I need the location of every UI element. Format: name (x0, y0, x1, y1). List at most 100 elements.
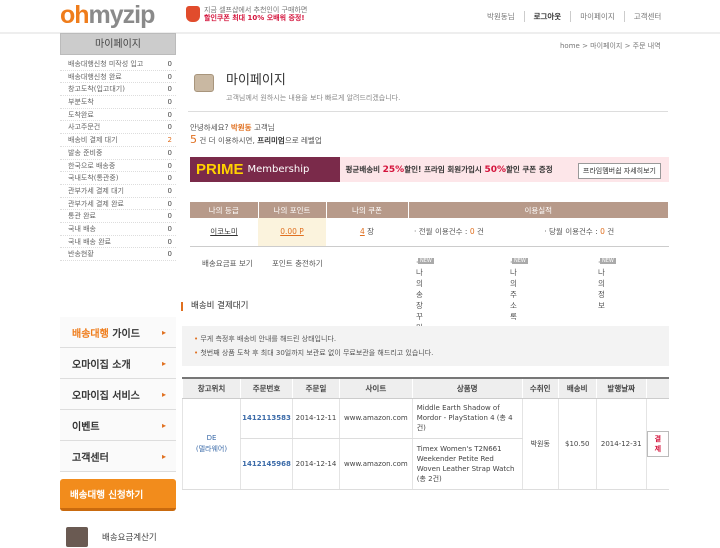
sidebar-item-count: 0 (167, 161, 172, 170)
menu-events[interactable]: 이벤트 ▸ (60, 410, 176, 441)
table-row: DE (델라웨어) 1412113583 2014-12-11 www.amazo… (182, 398, 669, 490)
charge-points-link[interactable]: 포인트 충전하기 (272, 258, 323, 269)
menu-label: 고객센터 (72, 452, 109, 464)
my-points[interactable]: 0.00 P (258, 218, 326, 247)
my-grade[interactable]: 이코노미 (190, 218, 258, 247)
sidebar-title: 마이페이지 (60, 33, 176, 55)
premium-label: 프리미엄 (257, 136, 285, 145)
sidebar-item-label: 한국으로 배송중 (68, 161, 116, 170)
order-number[interactable]: 1412145968 (240, 438, 293, 490)
offer-text: 할인 쿠폰 증정 (506, 165, 553, 174)
pay-button[interactable]: 결제 (646, 430, 669, 457)
my-coupons[interactable]: 4 장 (326, 218, 408, 247)
sidebar-item-count: 0 (167, 72, 172, 81)
sidebar-item-label: 통관 완료 (68, 212, 96, 221)
sidebar-item[interactable]: 국내도착(통관중) 0 (60, 172, 176, 185)
order-number[interactable]: 1412113583 (240, 398, 293, 439)
user-name: 박원동 (230, 123, 252, 132)
link-label: · 나의 주소록 (510, 258, 517, 321)
menu-label-highlight: 배송대행 (72, 328, 109, 340)
sidebar-item[interactable]: 국내 배송 0 (60, 223, 176, 236)
sidebar-item[interactable]: 발송 준비중 0 (60, 147, 176, 160)
menu-services[interactable]: 오마이집 서비스 ▸ (60, 379, 176, 410)
order-date: 2014-12-11 (292, 398, 340, 439)
offer-text: 할인! 프라임 회원가입시 (404, 165, 485, 174)
notice-line: • 첫번째 상품 도착 후 최대 30일까지 보관료 없이 무료보관을 해드리고… (194, 346, 657, 360)
sidebar-item[interactable]: 배송대행신청 완료 0 (60, 71, 176, 84)
offer-percent: 50% (484, 165, 506, 175)
usage-unit: 건 (474, 227, 484, 237)
sidebar-item-label: 국내 배송 완료 (68, 237, 112, 246)
sidebar-item[interactable]: 도착완료 0 (60, 109, 176, 122)
promo-banner[interactable]: 지금 셀프샵에서 추천인이 구매하면 할인쿠폰 최대 10% 오배워 증정! (204, 6, 354, 22)
ohmyzip-logo[interactable]: ohmyzip (60, 1, 156, 29)
usage-unit: 건 (604, 227, 615, 237)
top-nav: 박원동님 로그아웃 마이페이지 고객센터 (478, 11, 670, 22)
sidebar-item[interactable]: 부분도착 0 (60, 96, 176, 109)
product-name[interactable]: Middle Earth Shadow of Mordor - PlayStat… (411, 398, 523, 439)
warehouse-cell: DE (델라웨어) (182, 398, 241, 490)
menu-label: 오마이집 서비스 (72, 390, 140, 402)
prime-details-button[interactable]: 프라임멤버쉽 자세히보기 (577, 163, 661, 179)
sidebar-item[interactable]: 반송현황 0 (60, 248, 176, 261)
greeting-post: 고객님 (251, 123, 275, 132)
sidebar-item[interactable]: 창고도착(입고대기) 0 (60, 83, 176, 97)
sidebar-item[interactable]: 관부가세 결제 완료 0 (60, 198, 176, 211)
sidebar-item-count: 0 (167, 60, 172, 68)
rate-table-link[interactable]: 배송요금표 보기 (202, 258, 253, 269)
apply-shipping-button[interactable]: 배송대행 신청하기 (60, 479, 176, 511)
sidebar-item-count: 0 (167, 212, 172, 221)
sidebar-item-label: 국내 배송 (68, 224, 96, 233)
coupon-unit: 장 (364, 227, 375, 237)
warehouse-code: DE (206, 433, 217, 442)
sidebar-item[interactable]: 통관 완료 0 (60, 210, 176, 223)
quick-links: 배송요금표 보기 포인트 충전하기 · 나의송장꾸미기NEW · 나의 주소록N… (190, 258, 669, 343)
grade-post: 으로 레벨업 (284, 136, 322, 145)
column-header: 배송비 (557, 377, 597, 399)
column-header: 주문일 (292, 377, 340, 399)
logout-link[interactable]: 로그아웃 (523, 11, 571, 22)
sidebar-item-count: 0 (167, 186, 172, 195)
sidebar-menu: 배송대행 가이드 ▸ 오마이집 소개 ▸ 오마이집 서비스 ▸ 이벤트 ▸ 고객센터 ▸ (60, 317, 176, 472)
chevron-right-icon: ▸ (161, 451, 166, 461)
site: www.amazon.com (339, 398, 413, 439)
title-divider (188, 111, 668, 112)
new-badge: NEW (600, 258, 616, 264)
membership-word: Membership (247, 164, 310, 175)
product-name[interactable]: Timex Women's T2N661 Weekender Petite Re… (411, 438, 523, 490)
customer-center-link[interactable]: 고객센터 (623, 11, 671, 22)
sidebar-item-label: 도착완료 (68, 110, 94, 119)
sidebar-item-count: 0 (167, 250, 172, 259)
logo-myzip: myzip (88, 1, 156, 29)
sidebar-item[interactable]: 한국으로 배송중 0 (60, 160, 176, 173)
menu-label: 이벤트 (72, 421, 100, 433)
sidebar-item[interactable]: 배송비 결제 대기 2 (60, 134, 176, 147)
sidebar-item-label: 창고도착(입고대기) (68, 85, 125, 94)
column-header: 수취인 (521, 377, 559, 399)
notice-box: • 무게 측정후 배송비 안내를 해드린 상태입니다. • 첫번째 상품 도착 … (182, 326, 669, 366)
offer-text: 평균배송비 (345, 165, 383, 174)
sidebar-item-label: 사고주문건 (68, 123, 101, 132)
offer-percent: 25% (382, 165, 405, 175)
pay-cell: 결제 (645, 398, 669, 490)
stats-header: 나의 등급 (190, 202, 259, 218)
sidebar-item[interactable]: 배송대행신청 미작성 입고 0 (60, 58, 176, 71)
sidebar-item[interactable]: 국내 배송 완료 0 (60, 236, 176, 249)
sidebar-item[interactable]: 사고주문건 0 (60, 121, 176, 135)
mypage-link[interactable]: 마이페이지 (570, 11, 624, 22)
usage-last-month: · 전월 이용건수 : 0 건 (408, 218, 539, 247)
user-name-link[interactable]: 박원동님 (478, 11, 524, 22)
sidebar-item[interactable]: 관부가세 결제 대기 0 (60, 185, 176, 198)
promo-line1: 지금 셀프샵에서 추천인이 구매하면 (204, 6, 308, 14)
stats-header: 나의 쿠폰 (326, 202, 409, 218)
menu-shipping-guide[interactable]: 배송대행 가이드 ▸ (60, 317, 176, 348)
sidebar-item-label: 반송현황 (68, 250, 94, 259)
issue-date: 2014-12-31 (595, 398, 647, 490)
menu-customer-center[interactable]: 고객센터 ▸ (60, 441, 176, 472)
column-header (645, 377, 669, 399)
prime-membership-banner[interactable]: PRIME Membership 평균배송비 25%할인! 프라임 회원가입시 … (190, 157, 669, 182)
money-bag-icon (186, 6, 200, 22)
shipping-calculator-link[interactable]: 배송요금계산기 (66, 527, 157, 547)
menu-about[interactable]: 오마이집 소개 ▸ (60, 348, 176, 379)
page-subtitle: 고객님께서 원하시는 내용을 보다 빠르게 알려드리겠습니다. (226, 94, 401, 102)
